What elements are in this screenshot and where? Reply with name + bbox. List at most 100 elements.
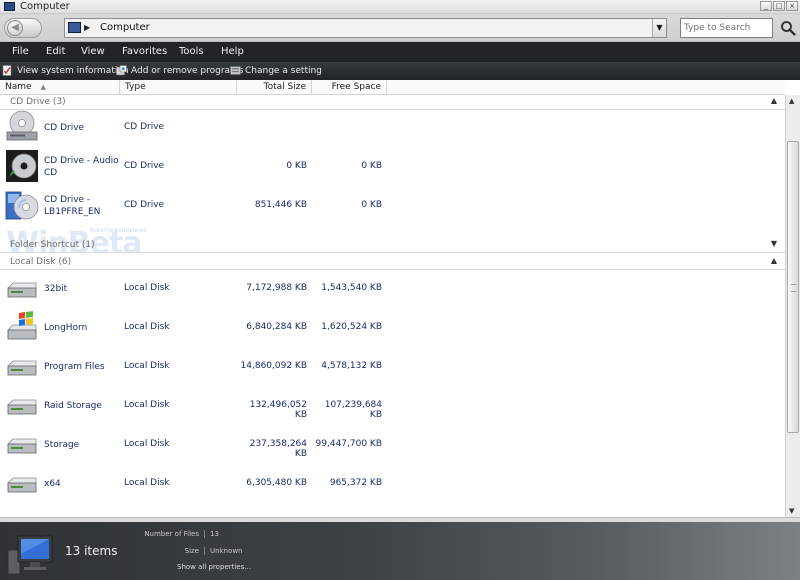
settings-icon (230, 66, 241, 75)
address-location: Computer (100, 22, 150, 33)
search-box[interactable] (680, 18, 773, 38)
computer-monitor-icon (7, 535, 53, 575)
item-total-size: 6,840,284 KB (246, 322, 307, 332)
list-item[interactable]: CD Drive - Audio CD CD Drive 0 KB 0 KB (0, 147, 785, 186)
change-setting-button[interactable]: Change a setting (230, 64, 322, 78)
item-total-size: 6,305,480 KB (246, 478, 307, 488)
item-total-size: 7,172,988 KB (246, 283, 307, 293)
item-free-space: 0 KB (361, 200, 382, 210)
group-label: Local Disk (6) (10, 257, 72, 267)
item-name: 32bit (44, 284, 68, 294)
menu-tools[interactable]: Tools (179, 46, 204, 57)
back-button[interactable]: ◀ (4, 18, 42, 38)
list-item[interactable]: Program Files Local Disk 14,860,092 KB 4… (0, 347, 785, 386)
list-item[interactable]: CD Drive CD Drive (0, 108, 785, 147)
watermark-tagline: Beta/news/reviews (90, 227, 147, 234)
item-type: Local Disk (124, 283, 170, 293)
collapse-icon[interactable]: ▲ (771, 256, 777, 265)
search-icon[interactable] (780, 20, 796, 36)
column-free-space[interactable]: Free Space (312, 80, 387, 95)
menu-view[interactable]: View (81, 46, 105, 57)
item-free-space: 965,372 KB (329, 478, 382, 488)
group-header-local-disk[interactable]: Local Disk (6) ▲ (0, 256, 785, 270)
column-free-label: Free Space (331, 82, 381, 92)
menu-file[interactable]: File (12, 46, 29, 57)
column-total-label: Total Size (263, 82, 306, 92)
collapse-icon[interactable]: ▲ (771, 96, 777, 105)
item-free-space: 0 KB (361, 161, 382, 171)
audio-cd-icon (6, 150, 38, 182)
item-count: 13 items (65, 544, 118, 558)
setup-cd-icon (5, 191, 39, 220)
item-total-size: 14,860,092 KB (240, 361, 307, 371)
item-type: Local Disk (124, 361, 170, 371)
file-list: WinBeta Beta/news/reviews CD Drive (3) ▲… (0, 95, 785, 517)
item-free-space: 4,578,132 KB (321, 361, 382, 371)
task-label: Change a setting (245, 66, 322, 76)
item-free-space: 99,447,700 KB (315, 439, 382, 449)
scroll-up-icon[interactable]: ▲ (789, 97, 794, 105)
item-free-space: 1,620,524 KB (321, 322, 382, 332)
hard-disk-icon (7, 477, 37, 493)
minimize-button[interactable]: _ (760, 1, 772, 11)
address-bar: ◀ ▶ Computer ▼ (0, 14, 800, 42)
list-item[interactable]: LongHorn Local Disk 6,840,284 KB 1,620,5… (0, 308, 785, 347)
breadcrumb-arrow-icon[interactable]: ▶ (84, 23, 90, 32)
list-item[interactable]: CD Drive - LB1PFRE_EN CD Drive 851,446 K… (0, 186, 785, 225)
item-type: CD Drive (124, 122, 165, 132)
list-item[interactable]: Storage Local Disk 237,358,264 KB 99,447… (0, 425, 785, 464)
item-type: Local Disk (124, 322, 170, 332)
list-item[interactable]: x64 Local Disk 6,305,480 KB 965,372 KB (0, 464, 785, 503)
cd-drive-icon (6, 110, 38, 141)
item-total-size: 132,496,052 KB (249, 400, 307, 420)
task-label: View system information (17, 66, 129, 76)
window-controls: _ □ × (760, 1, 798, 11)
programs-icon (116, 65, 127, 76)
item-name: x64 (44, 479, 61, 489)
add-remove-programs-button[interactable]: Add or remove programs (116, 64, 244, 78)
hard-disk-icon (7, 360, 37, 376)
maximize-button[interactable]: □ (773, 1, 785, 11)
column-name[interactable]: Name ▲ (0, 80, 120, 95)
scroll-down-icon[interactable]: ▼ (789, 507, 794, 515)
item-total-size: 0 KB (286, 161, 307, 171)
details-pane: 13 items Number of Files 13 Size Unknown… (0, 522, 800, 580)
item-name: CD Drive - LB1PFRE_EN (44, 195, 101, 217)
column-name-label: Name (5, 82, 32, 92)
scrollbar-thumb[interactable] (787, 141, 799, 433)
computer-icon (4, 2, 15, 11)
item-total-size: 851,446 KB (254, 200, 307, 210)
menu-help[interactable]: Help (221, 46, 244, 57)
show-all-properties-link[interactable]: Show all properties... (177, 563, 251, 571)
item-name: CD Drive (44, 123, 85, 133)
list-item[interactable]: Raid Storage Local Disk 132,496,052 KB 1… (0, 386, 785, 425)
item-name: Program Files (44, 362, 105, 372)
hard-disk-icon (7, 282, 37, 298)
back-arrow-icon: ◀ (7, 20, 23, 36)
column-total-size[interactable]: Total Size (237, 80, 312, 95)
group-header-folder-shortcut[interactable]: Folder Shortcut (1) ▼ (0, 239, 785, 253)
title-bar: Computer _ □ × (0, 0, 800, 14)
column-type-label: Type (125, 82, 146, 92)
item-type: CD Drive (124, 161, 165, 171)
address-field[interactable]: ▶ Computer ▼ (64, 18, 667, 38)
task-label: Add or remove programs (131, 66, 244, 76)
close-button[interactable]: × (786, 1, 798, 11)
menu-edit[interactable]: Edit (46, 46, 65, 57)
property-label: Size (184, 547, 199, 555)
computer-icon (68, 22, 81, 33)
grip-icon (791, 284, 796, 292)
item-name: Storage (44, 440, 80, 450)
window-title: Computer (20, 1, 70, 12)
system-info-icon (2, 65, 12, 76)
search-input[interactable] (681, 19, 772, 37)
hard-disk-icon (7, 438, 37, 454)
column-type[interactable]: Type (120, 80, 237, 95)
expand-icon[interactable]: ▼ (771, 239, 777, 248)
menu-favorites[interactable]: Favorites (122, 46, 167, 57)
chevron-down-icon[interactable]: ▼ (652, 19, 666, 37)
vertical-scrollbar[interactable]: ▲ ▼ (785, 95, 800, 517)
property-label: Number of Files (144, 530, 199, 538)
list-item[interactable]: 32bit Local Disk 7,172,988 KB 1,543,540 … (0, 269, 785, 308)
view-system-info-button[interactable]: View system information (2, 64, 129, 78)
